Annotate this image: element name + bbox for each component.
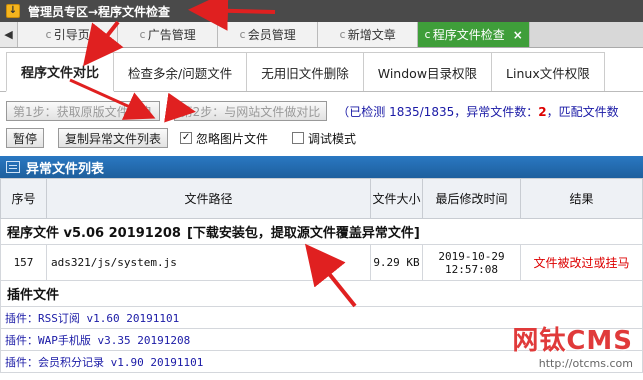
page-title: 管理员专区→程序文件检查 (28, 4, 171, 19)
checkbox-checked-icon[interactable]: ✓ (180, 132, 193, 144)
tab-label: 新增文章 (347, 28, 396, 42)
tab-label: 程序文件检查 (432, 28, 505, 42)
sub-tab-bar: 程序文件对比 检查多余/问题文件 无用旧文件删除 Window目录权限 Linu… (0, 52, 643, 92)
tab-label: 广告管理 (147, 28, 196, 42)
row-no: 157 (0, 244, 47, 281)
status-suffix: ，匹配文件数 (546, 104, 619, 119)
tab-file-check[interactable]: c 程序文件检查 × (418, 22, 530, 47)
step-bar: 第1步：获取原版文件信息 第2步：与网站文件做对比 （已检测 1835/1835… (0, 98, 643, 124)
subtab-windows-perm[interactable]: Window目录权限 (362, 52, 493, 91)
control-bar: 暂停 复制异常文件列表 ✓ 忽略图片文件 调试模式 (0, 126, 643, 150)
tab-prefix-icon: c (424, 28, 431, 41)
group-title: 程序文件 v5.06 20191208 (7, 226, 181, 241)
abnormal-file-table: 序号 文件路径 文件大小 最后修改时间 结果 程序文件 v5.06 201912… (0, 178, 643, 281)
tab-guide[interactable]: c 引导页 (18, 22, 118, 47)
tab-label: 引导页 (53, 28, 90, 42)
header-mtime: 最后修改时间 (422, 178, 521, 219)
subtab-extra-files[interactable]: 检查多余/问题文件 (113, 52, 248, 91)
tab-bar: ◀ c 引导页 c 广告管理 c 会员管理 c 新增文章 c 程序文件检查 × (0, 22, 643, 48)
list-icon (6, 161, 20, 173)
step1-button[interactable]: 第1步：获取原版文件信息 (6, 101, 160, 121)
tab-scroll-left-icon[interactable]: ◀ (0, 22, 18, 47)
tab-label: 会员管理 (247, 28, 296, 42)
plugin-section-title: 插件文件 (0, 281, 643, 307)
debug-mode-label: 调试模式 (308, 131, 357, 146)
down-arrow-icon: ↓ (6, 4, 20, 18)
copy-list-button[interactable]: 复制异常文件列表 (58, 128, 169, 148)
watermark-url: http://otcms.com (538, 357, 633, 370)
header-result: 结果 (520, 178, 643, 219)
header-size: 文件大小 (370, 178, 423, 219)
tab-prefix-icon: c (339, 28, 346, 41)
close-icon[interactable]: × (513, 28, 523, 42)
checkbox-icon[interactable] (292, 132, 305, 144)
row-size: 9.29 KB (370, 244, 423, 281)
title-bar: ↓ 管理员专区→程序文件检查 (0, 0, 643, 22)
row-date: 2019-10-29 (438, 249, 505, 263)
abnormal-list-header: 异常文件列表 (0, 156, 643, 178)
group-note: [下载安装包，提取源文件覆盖异常文件] (186, 226, 420, 241)
tab-ads[interactable]: c 广告管理 (118, 22, 218, 47)
subtab-delete-old[interactable]: 无用旧文件删除 (246, 52, 364, 91)
subtab-file-compare[interactable]: 程序文件对比 (6, 52, 115, 92)
watermark-brand: 网钛CMS (512, 326, 633, 356)
status-prefix: （已检测 1835/1835，异常文件数： (337, 104, 539, 119)
tab-prefix-icon: c (139, 28, 146, 41)
tab-new-article[interactable]: c 新增文章 (318, 22, 418, 47)
tab-prefix-icon: c (45, 28, 52, 41)
header-path: 文件路径 (46, 178, 371, 219)
row-path: ads321/js/system.js (46, 244, 371, 281)
row-result: 文件被改过或挂马 (520, 244, 643, 281)
ignore-images-checkbox[interactable]: ✓ 忽略图片文件 (180, 130, 268, 147)
abnormal-count: 2 (538, 104, 547, 119)
tab-prefix-icon: c (239, 28, 246, 41)
tab-members[interactable]: c 会员管理 (218, 22, 318, 47)
step2-button[interactable]: 第2步：与网站文件做对比 (173, 101, 328, 121)
row-mtime: 2019-10-29 12:57:08 (422, 244, 521, 281)
pause-button[interactable]: 暂停 (6, 128, 45, 148)
watermark: 网钛CMS http://otcms.com (512, 320, 633, 370)
check-status: （已检测 1835/1835，异常文件数：2，匹配文件数 (337, 103, 618, 120)
section-title: 异常文件列表 (26, 161, 105, 177)
ignore-images-label: 忽略图片文件 (196, 131, 269, 146)
subtab-linux-perm[interactable]: Linux文件权限 (491, 52, 605, 91)
debug-mode-checkbox[interactable]: 调试模式 (292, 130, 356, 147)
row-time: 12:57:08 (445, 262, 498, 276)
table-row: 157 ads321/js/system.js 9.29 KB 2019-10-… (0, 244, 643, 281)
header-no: 序号 (0, 178, 47, 219)
group-row: 程序文件 v5.06 20191208 [下载安装包，提取源文件覆盖异常文件] (0, 218, 643, 245)
